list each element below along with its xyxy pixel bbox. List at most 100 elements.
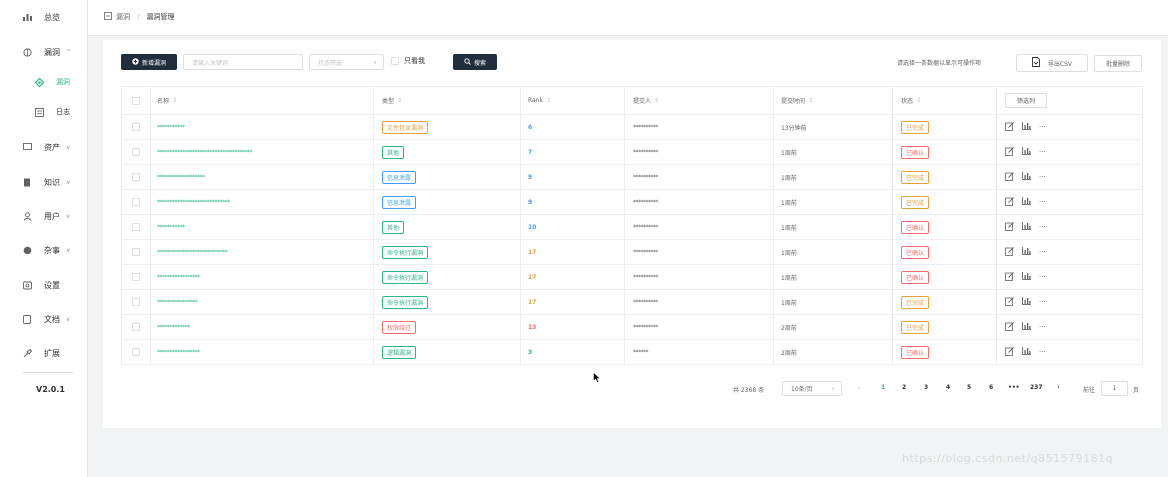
header-type[interactable]: 类型 ⇕ <box>373 87 520 114</box>
stats-icon[interactable] <box>1022 272 1031 282</box>
row-checkbox[interactable] <box>132 223 140 231</box>
sidebar-item-vuln[interactable]: 漏洞 ^ <box>0 42 88 62</box>
more-icon[interactable]: ··· <box>1039 173 1046 181</box>
more-icon[interactable]: ··· <box>1039 298 1046 306</box>
sidebar-item-assets[interactable]: 资产 ∨ <box>0 137 88 157</box>
batch-delete-button[interactable]: 批量删除 <box>1094 55 1142 72</box>
page-number[interactable]: 237 <box>1030 384 1043 391</box>
vuln-name-link[interactable]: ******************* <box>157 174 205 181</box>
sidebar-item-settings[interactable]: 设置 <box>0 275 88 295</box>
sidebar-item-misc[interactable]: 杂事 ∨ <box>0 240 88 260</box>
more-icon[interactable]: ··· <box>1039 248 1046 256</box>
edit-icon[interactable] <box>1005 246 1014 258</box>
table-row[interactable]: **************** 命令执行漏洞 17 ********** 1周… <box>122 290 1142 315</box>
edit-icon[interactable] <box>1005 146 1014 158</box>
stats-icon[interactable] <box>1022 222 1031 232</box>
table-row[interactable]: **************************** 命令执行漏洞 17 *… <box>122 240 1142 265</box>
table-row[interactable]: ******************* 信息泄露 9 ********** 1周… <box>122 165 1142 190</box>
row-checkbox[interactable] <box>132 273 140 281</box>
vuln-name-link[interactable]: *********** <box>157 124 185 131</box>
header-time[interactable]: 提交时间 ⇕ <box>773 87 892 114</box>
edit-icon[interactable] <box>1005 196 1014 208</box>
page-number[interactable]: 2 <box>902 384 906 391</box>
page-size-select[interactable]: 10条/页 ∨ <box>782 381 842 396</box>
search-button[interactable]: 搜索 <box>453 54 497 70</box>
edit-icon[interactable] <box>1005 271 1014 283</box>
sidebar-item-extensions[interactable]: 扩展 <box>0 343 88 363</box>
page-number[interactable]: 1 <box>881 384 885 391</box>
header-submitter[interactable]: 提交人 ⇕ <box>624 87 773 114</box>
table-row[interactable]: *********** 文件包含漏洞 6 ********** 13分钟前 已完… <box>122 115 1142 140</box>
row-checkbox[interactable] <box>132 148 140 156</box>
vuln-name-link[interactable]: *********** <box>157 224 185 231</box>
page-ellipsis[interactable]: ••• <box>1008 384 1020 391</box>
checkbox[interactable] <box>391 57 399 65</box>
page-number[interactable]: 3 <box>924 384 928 391</box>
stats-icon[interactable] <box>1022 147 1031 157</box>
stats-icon[interactable] <box>1022 247 1031 257</box>
table-row[interactable]: ***************** 逻辑漏洞 3 ****** 2周前 已确认 … <box>122 340 1142 365</box>
header-rank[interactable]: Rank ⇕ <box>520 87 624 114</box>
more-icon[interactable]: ··· <box>1039 123 1046 131</box>
only-mine-checkbox[interactable]: 只看我 <box>391 56 425 66</box>
more-icon[interactable]: ··· <box>1039 148 1046 156</box>
vuln-name-link[interactable]: **************** <box>157 299 198 306</box>
page-number[interactable]: 5 <box>967 384 971 391</box>
prev-page-button[interactable]: ‹ <box>858 384 861 392</box>
edit-icon[interactable] <box>1005 321 1014 333</box>
vuln-name-link[interactable]: **************************** <box>157 249 228 256</box>
vuln-name-link[interactable]: ***************************** <box>157 199 230 206</box>
next-page-button[interactable]: › <box>1057 383 1060 391</box>
add-vuln-button[interactable]: 新增漏洞 <box>121 54 177 70</box>
stats-icon[interactable] <box>1022 122 1031 132</box>
page-number[interactable]: 6 <box>989 384 993 391</box>
select-all-checkbox[interactable] <box>132 96 140 105</box>
edit-icon[interactable] <box>1005 121 1014 133</box>
keyword-input[interactable]: 请输入关键词 <box>183 54 303 70</box>
edit-icon[interactable] <box>1005 171 1014 183</box>
row-checkbox[interactable] <box>132 348 140 356</box>
row-checkbox[interactable] <box>132 198 140 206</box>
stats-icon[interactable] <box>1022 322 1031 332</box>
stats-icon[interactable] <box>1022 197 1031 207</box>
sidebar-item-overview[interactable]: 总览 <box>0 7 88 27</box>
more-icon[interactable]: ··· <box>1039 273 1046 281</box>
table-row[interactable]: ***************************** 信息泄露 9 ***… <box>122 190 1142 215</box>
row-checkbox[interactable] <box>132 323 140 331</box>
sidebar-item-log[interactable]: 日志 <box>0 102 88 122</box>
page-number[interactable]: 4 <box>946 384 950 391</box>
goto-page-input[interactable]: 1 <box>1101 381 1128 396</box>
vuln-name-link[interactable]: ************************************** <box>157 149 253 156</box>
sidebar-item-docs[interactable]: 文档 ∨ <box>0 309 88 329</box>
header-status[interactable]: 状态 ⇕ <box>892 87 996 114</box>
sidebar-item-knowledge[interactable]: 知识 ∨ <box>0 172 88 192</box>
table-row[interactable]: ************* 权限绕过 13 ********** 2周前 已完成… <box>122 315 1142 340</box>
row-checkbox[interactable] <box>132 298 140 306</box>
vuln-name-link[interactable]: ***************** <box>157 274 200 281</box>
more-icon[interactable]: ··· <box>1039 223 1046 231</box>
table-row[interactable]: *********** 其他 10 ********** 1周前 已确认 ··· <box>122 215 1142 240</box>
edit-icon[interactable] <box>1005 296 1014 308</box>
status-filter-select[interactable]: 状态筛选 ∨ <box>309 54 384 70</box>
stats-icon[interactable] <box>1022 347 1031 357</box>
header-name[interactable]: 名称 ⇕ <box>150 87 373 114</box>
stats-icon[interactable] <box>1022 297 1031 307</box>
more-icon[interactable]: ··· <box>1039 198 1046 206</box>
sidebar-item-vuln-list[interactable]: 漏洞 <box>0 72 88 92</box>
row-checkbox[interactable] <box>132 248 140 256</box>
edit-icon[interactable] <box>1005 221 1014 233</box>
row-checkbox[interactable] <box>132 123 140 131</box>
more-icon[interactable]: ··· <box>1039 323 1046 331</box>
table-row[interactable]: ***************** 命令执行漏洞 17 ********** 1… <box>122 265 1142 290</box>
sidebar-item-users[interactable]: 用户 ∨ <box>0 206 88 226</box>
stats-icon[interactable] <box>1022 172 1031 182</box>
vuln-name-link[interactable]: ***************** <box>157 349 200 356</box>
row-checkbox[interactable] <box>132 173 140 181</box>
breadcrumb-root[interactable]: 漏洞 <box>116 12 130 22</box>
table-row[interactable]: ************************************** 其… <box>122 140 1142 165</box>
more-icon[interactable]: ··· <box>1039 348 1046 356</box>
export-csv-button[interactable]: 导出CSV <box>1016 54 1088 72</box>
edit-icon[interactable] <box>1005 346 1014 358</box>
vuln-name-link[interactable]: ************* <box>157 324 190 331</box>
filter-columns-button[interactable]: 筛选列 <box>1005 93 1047 108</box>
